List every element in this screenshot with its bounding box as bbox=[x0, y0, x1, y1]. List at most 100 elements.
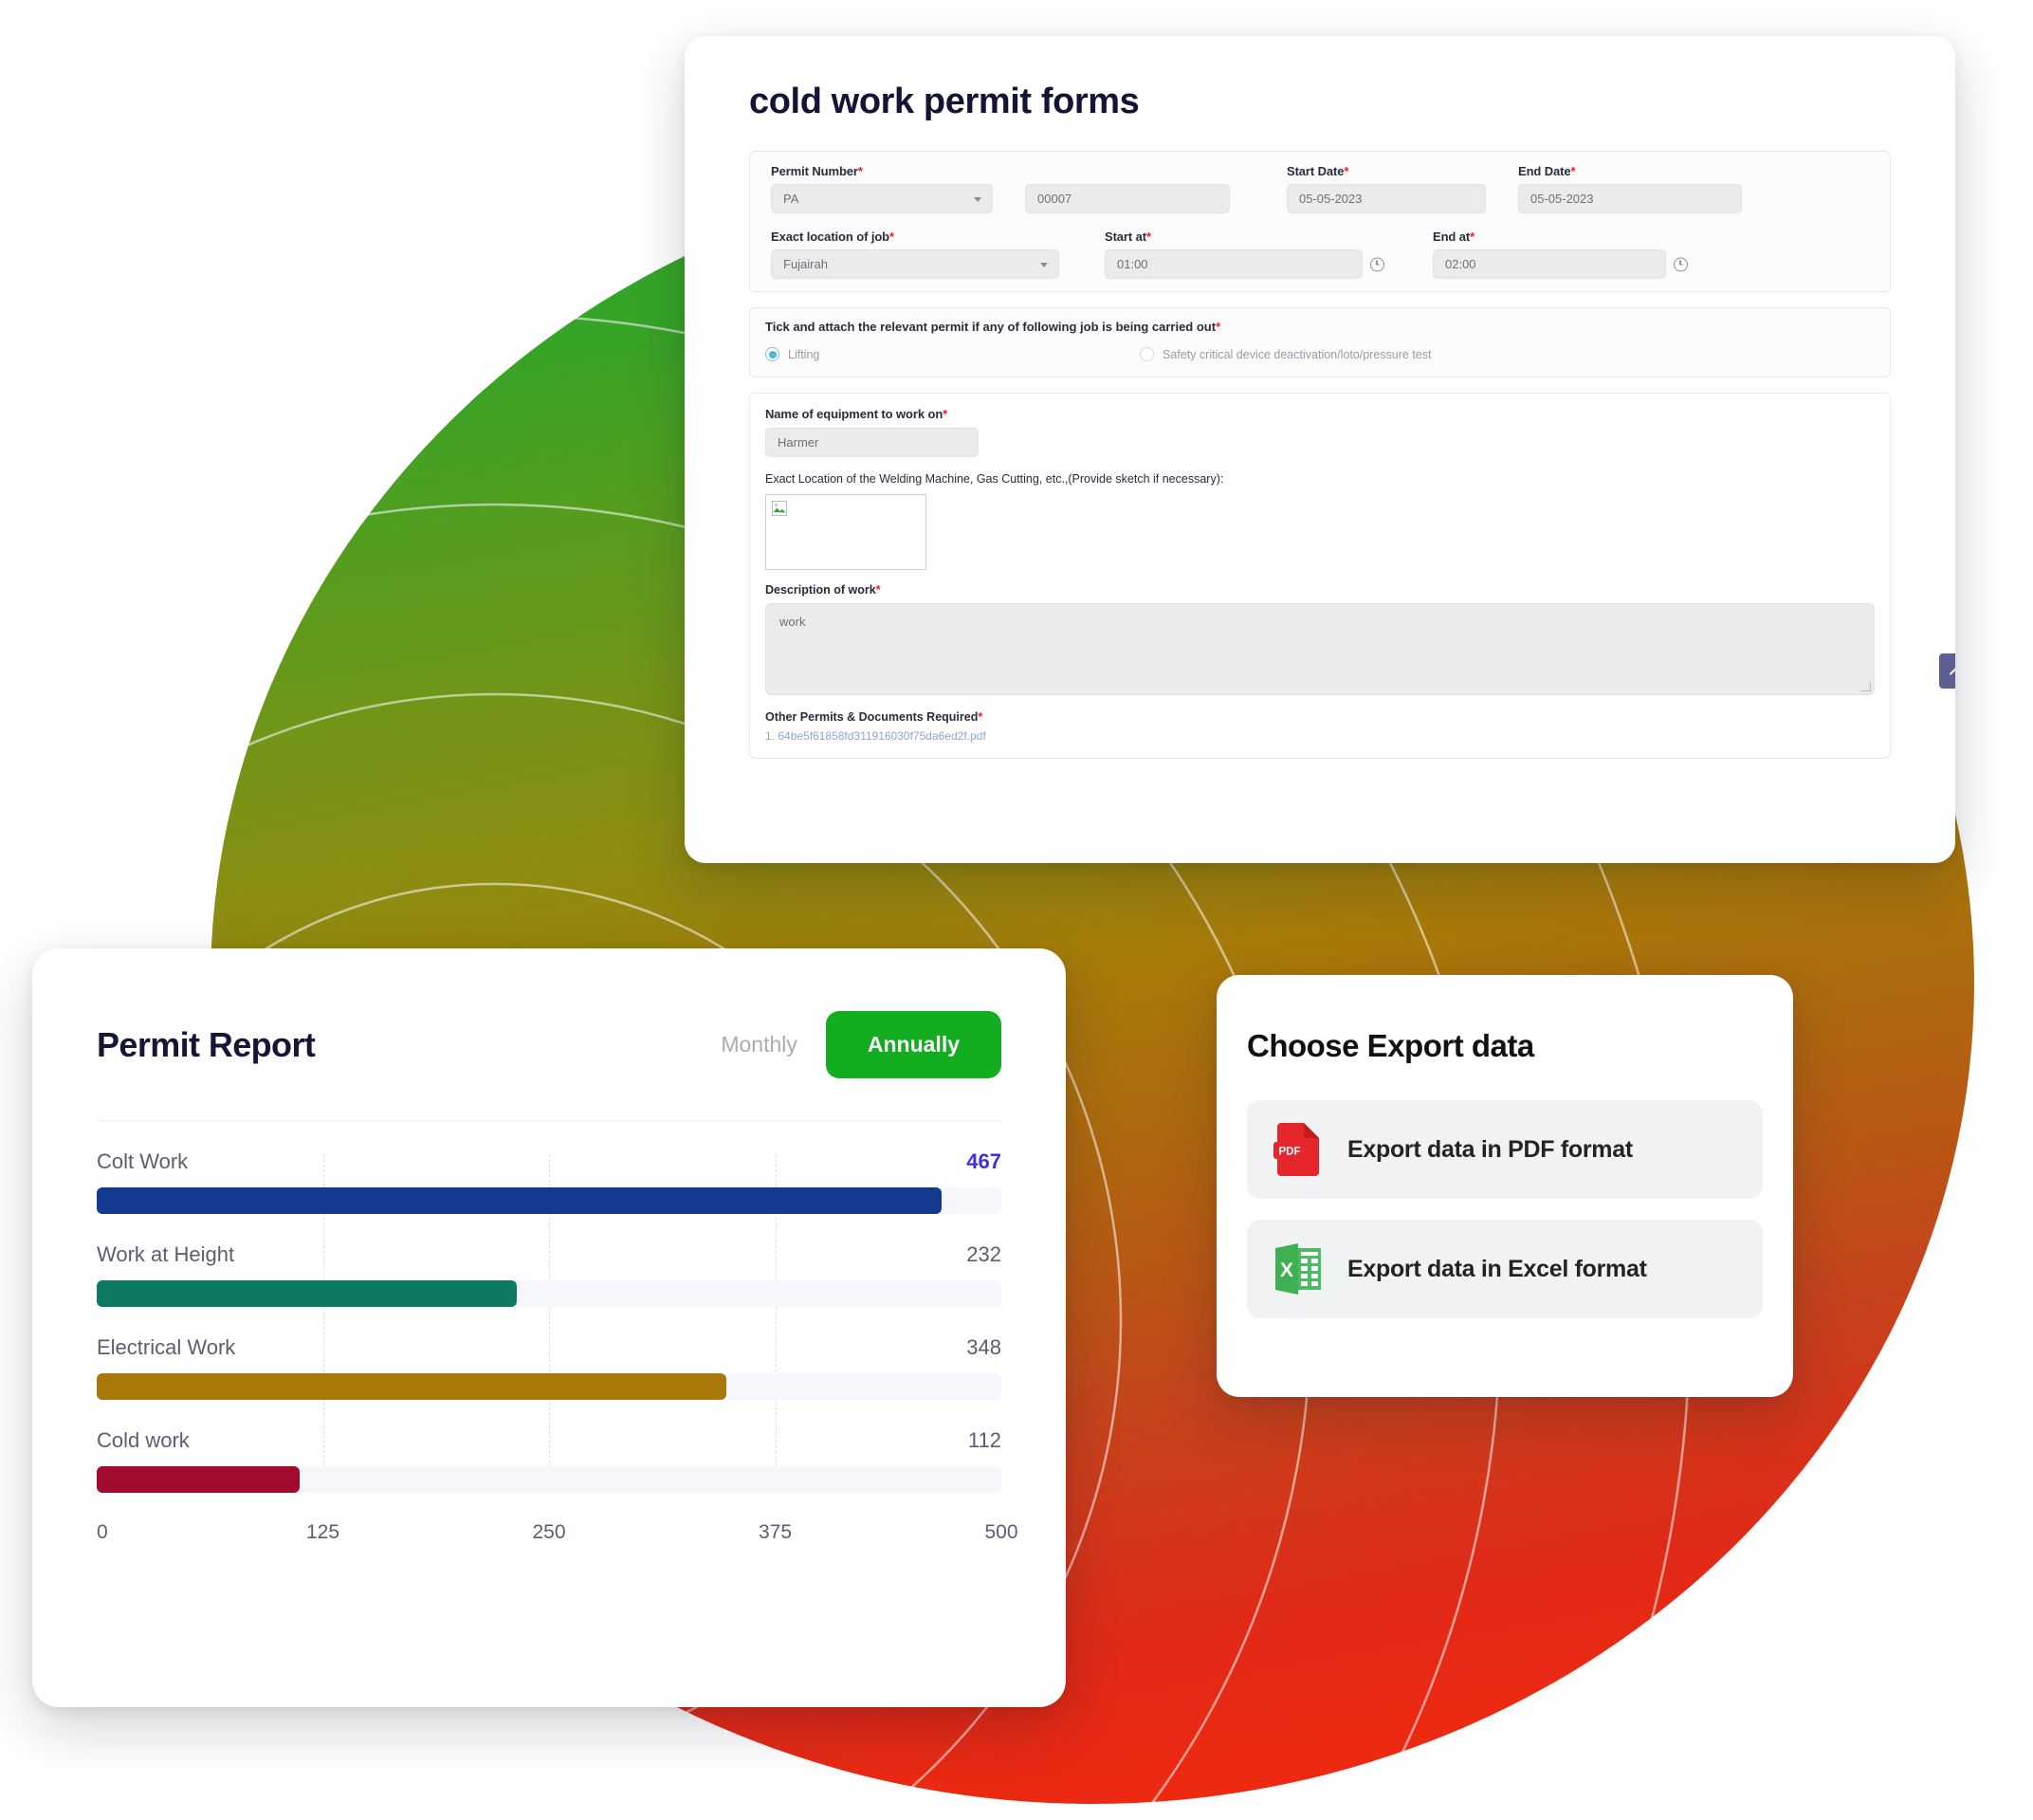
end-at-input[interactable]: 02:00 bbox=[1433, 249, 1688, 279]
description-label: Description of work* bbox=[765, 583, 881, 597]
required-asterisk: * bbox=[1216, 320, 1221, 334]
export-excel-option[interactable]: X Export data in Excel format bbox=[1247, 1220, 1763, 1318]
resize-handle-icon[interactable] bbox=[1861, 682, 1871, 691]
export-option-label: Export data in PDF format bbox=[1347, 1135, 1633, 1163]
other-documents-label: Other Permits & Documents Required* bbox=[765, 710, 983, 724]
equipment-name-label: Name of equipment to work on* bbox=[765, 407, 948, 421]
chart-bar-rows: Colt Work 467 Work at Height 232 Electrical … bbox=[97, 1149, 1001, 1493]
required-asterisk: * bbox=[1344, 164, 1349, 178]
form-title: cold work permit forms bbox=[749, 82, 1140, 121]
chart-axis-tick-label: 0 bbox=[97, 1521, 108, 1543]
tick-option-safety-critical[interactable]: Safety critical device deactivation/loto… bbox=[1140, 347, 1431, 361]
chart-value-label: 348 bbox=[966, 1335, 1001, 1359]
permit-number-input[interactable]: 00007 bbox=[1025, 184, 1230, 213]
start-date-input[interactable]: 05-05-2023 bbox=[1287, 184, 1486, 213]
end-at-group: End at* 02:00 bbox=[1370, 230, 1688, 279]
scroll-to-top-button[interactable] bbox=[1939, 653, 1955, 689]
chart-bar-track bbox=[97, 1280, 1001, 1307]
export-pdf-option[interactable]: PDF Export data in PDF format bbox=[1247, 1100, 1763, 1199]
end-date-input[interactable]: 05-05-2023 bbox=[1518, 184, 1742, 213]
permit-number-prefix-select[interactable]: PA bbox=[771, 184, 993, 213]
permit-number-value: 00007 bbox=[1037, 192, 1072, 206]
start-at-value: 01:00 bbox=[1117, 257, 1148, 271]
required-asterisk: * bbox=[857, 164, 863, 178]
chart-bar-track bbox=[97, 1466, 1001, 1493]
end-date-label: End Date* bbox=[1518, 164, 1576, 178]
permit-number-group: Permit Number* PA bbox=[763, 164, 1000, 213]
chart-value-label: 112 bbox=[967, 1428, 1001, 1452]
chart-axis-tick-label: 125 bbox=[305, 1521, 340, 1543]
chevron-down-icon bbox=[974, 196, 981, 202]
export-option-label: Export data in Excel format bbox=[1347, 1255, 1647, 1282]
chart-bar bbox=[97, 1466, 300, 1493]
monthly-toggle-option[interactable]: Monthly bbox=[721, 1032, 797, 1057]
permit-report-chart: Colt Work 467 Work at Height 232 Electrical … bbox=[97, 1120, 1018, 1553]
start-at-label: Start at* bbox=[1105, 230, 1151, 244]
required-asterisk: * bbox=[943, 407, 948, 421]
tick-option-lifting[interactable]: Lifting bbox=[765, 347, 1140, 361]
work-details-panel: Name of equipment to work on* Harmer Exa… bbox=[749, 393, 1891, 759]
sketch-image-box[interactable] bbox=[765, 494, 926, 570]
relevant-permit-tick-panel: Tick and attach the relevant permit if a… bbox=[749, 307, 1891, 377]
screenshot-stage: cold work permit forms Permit Number* PA… bbox=[0, 0, 2033, 1820]
export-options-list: PDF Export data in PDF format X Export d… bbox=[1217, 1064, 1793, 1318]
svg-text:PDF: PDF bbox=[1279, 1147, 1301, 1158]
page-title: Permit Report bbox=[97, 1024, 316, 1064]
description-value: work bbox=[779, 615, 806, 629]
pdf-file-icon: PDF bbox=[1273, 1123, 1319, 1176]
start-at-input[interactable]: 01:00 bbox=[1105, 249, 1384, 279]
start-date-group: Start Date* 05-05-2023 bbox=[1237, 164, 1493, 213]
permit-identity-panel: Permit Number* PA . 00007 Start Date* bbox=[749, 151, 1891, 292]
chart-bar-row: Cold work 112 bbox=[97, 1428, 1001, 1493]
broken-image-icon bbox=[772, 501, 787, 516]
document-link[interactable]: 1. 64be5f61858fd311916030f75da6ed2f.pdf bbox=[765, 729, 1875, 743]
chevron-down-icon bbox=[1040, 262, 1048, 267]
end-date-group: End Date* 05-05-2023 bbox=[1493, 164, 1749, 213]
exact-location-select[interactable]: Fujairah bbox=[771, 249, 1059, 279]
svg-text:X: X bbox=[1280, 1259, 1293, 1281]
chart-value-label: 467 bbox=[966, 1149, 1001, 1173]
chart-value-label: 232 bbox=[966, 1242, 1001, 1266]
chart-bar bbox=[97, 1187, 943, 1214]
chart-axis-tick-label: 250 bbox=[532, 1521, 566, 1543]
permit-number-label: Permit Number* bbox=[771, 164, 863, 178]
annually-toggle-button[interactable]: Annually bbox=[825, 1011, 1001, 1078]
required-asterisk: * bbox=[1146, 230, 1151, 244]
choose-export-data-card: Choose Export data PDF Export data in PD… bbox=[1217, 975, 1793, 1397]
export-card-title: Choose Export data bbox=[1247, 1028, 1534, 1063]
chart-plot-area: Colt Work 467 Work at Height 232 Electrical … bbox=[97, 1149, 1001, 1493]
tick-option-label: Safety critical device deactivation/loto… bbox=[1163, 347, 1432, 361]
chevron-up-icon bbox=[1951, 665, 1955, 677]
end-at-label: End at* bbox=[1433, 230, 1475, 244]
equipment-name-input[interactable]: Harmer bbox=[765, 428, 979, 457]
chart-bar-row: Colt Work 467 bbox=[97, 1149, 1001, 1214]
end-at-value: 02:00 bbox=[1445, 257, 1476, 271]
chart-row-header: Work at Height 232 bbox=[97, 1242, 1001, 1267]
chart-axis-tick-label: 500 bbox=[984, 1521, 1018, 1543]
tick-option-label: Lifting bbox=[788, 347, 820, 361]
chart-divider bbox=[97, 1120, 1001, 1121]
required-asterisk: * bbox=[978, 710, 983, 724]
start-date-label: Start Date* bbox=[1287, 164, 1349, 178]
chart-bar-track bbox=[97, 1187, 1001, 1214]
chart-category-label: Cold work bbox=[97, 1428, 190, 1452]
chart-row-header: Electrical Work 348 bbox=[97, 1335, 1001, 1360]
chart-category-label: Work at Height bbox=[97, 1242, 235, 1266]
chart-x-axis: 0 125 250 375 500 bbox=[97, 1521, 1018, 1553]
exact-location-value: Fujairah bbox=[783, 257, 828, 271]
excel-file-icon: X bbox=[1275, 1243, 1321, 1295]
start-date-value: 05-05-2023 bbox=[1299, 192, 1363, 206]
chart-bar bbox=[97, 1373, 726, 1400]
form-body: Permit Number* PA . 00007 Start Date* bbox=[685, 122, 1955, 759]
clock-icon bbox=[1674, 257, 1688, 271]
chart-row-header: Colt Work 467 bbox=[97, 1149, 1001, 1174]
description-textarea[interactable]: work bbox=[765, 603, 1875, 695]
chart-axis-tick-label: 375 bbox=[758, 1521, 793, 1543]
chart-bar-track bbox=[97, 1373, 1001, 1400]
permit-number-value-group: . 00007 bbox=[1000, 164, 1237, 213]
permit-number-prefix-value: PA bbox=[783, 192, 799, 206]
exact-location-label: Exact location of job* bbox=[771, 230, 894, 244]
required-asterisk: * bbox=[875, 583, 881, 597]
permit-report-header: Permit Report Monthly Annually bbox=[32, 948, 1066, 1078]
sketch-location-label: Exact Location of the Welding Machine, G… bbox=[765, 472, 1224, 486]
